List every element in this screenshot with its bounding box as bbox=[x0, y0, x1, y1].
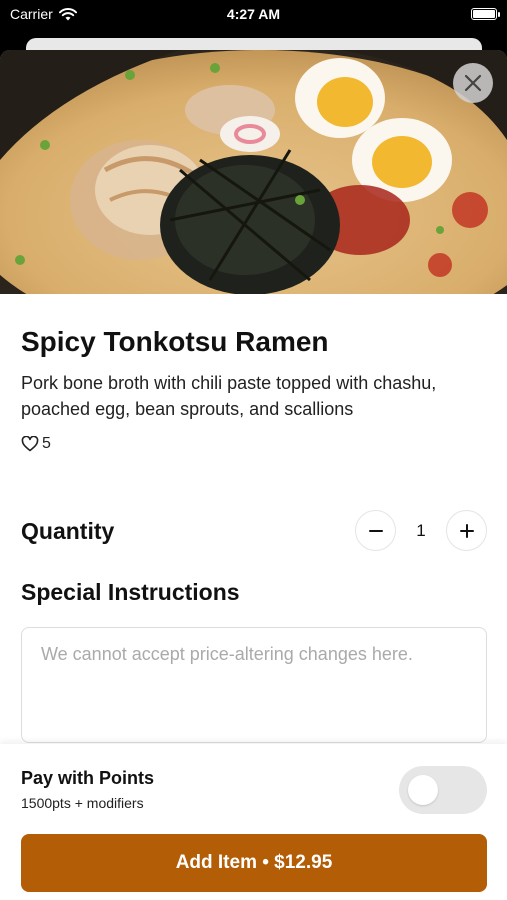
plus-icon bbox=[459, 523, 474, 538]
quantity-stepper: 1 bbox=[355, 510, 487, 551]
special-instructions-input[interactable] bbox=[22, 628, 486, 742]
likes-count: 5 bbox=[42, 435, 51, 452]
item-description: Pork bone broth with chili paste topped … bbox=[21, 373, 437, 419]
increase-quantity-button[interactable] bbox=[446, 510, 487, 551]
minus-icon bbox=[368, 529, 383, 532]
special-instructions-field bbox=[21, 627, 487, 743]
pay-with-points-toggle[interactable] bbox=[399, 766, 487, 814]
quantity-label: Quantity bbox=[21, 518, 115, 544]
toggle-knob bbox=[408, 775, 438, 805]
pay-with-points-label: Pay with Points bbox=[21, 768, 155, 788]
close-icon bbox=[464, 74, 482, 92]
heart-icon bbox=[21, 436, 39, 452]
item-detail-sheet: Spicy Tonkotsu Ramen Pork bone broth wit… bbox=[0, 50, 507, 900]
likes-button[interactable]: 5 bbox=[21, 435, 51, 453]
quantity-value: 1 bbox=[416, 520, 426, 540]
special-instructions-label: Special Instructions bbox=[21, 579, 240, 605]
status-time: 4:27 AM bbox=[226, 6, 281, 22]
close-button[interactable] bbox=[453, 63, 493, 103]
decrease-quantity-button[interactable] bbox=[355, 510, 396, 551]
item-photo bbox=[0, 50, 507, 294]
checkout-footer: Pay with Points 1500pts + modifiers Add … bbox=[0, 744, 507, 900]
status-bar: Carrier 4:27 AM bbox=[0, 0, 507, 30]
item-name: Spicy Tonkotsu Ramen bbox=[21, 326, 329, 357]
add-item-button[interactable]: Add Item • $12.95 bbox=[21, 834, 487, 892]
battery-icon bbox=[471, 8, 500, 20]
points-cost: 1500pts + modifiers bbox=[21, 795, 144, 811]
